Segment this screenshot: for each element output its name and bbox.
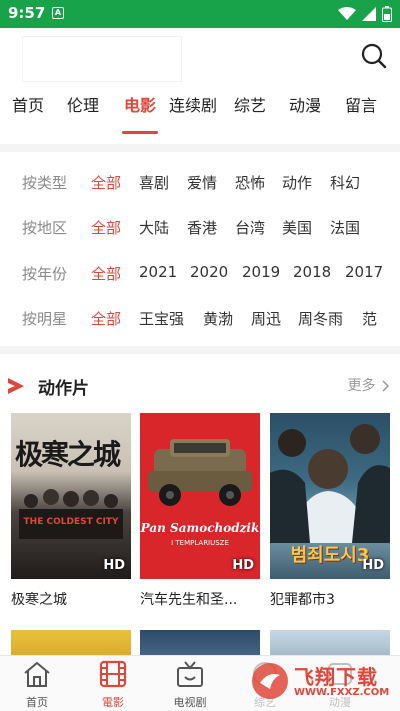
category-tabs: 首页 伦理 电影 连续剧 综艺 动漫 留言 (0, 90, 400, 138)
status-icons (338, 6, 392, 22)
filter-label: 按类型 (22, 174, 68, 192)
bottom-nav-home[interactable]: 首页 (2, 660, 72, 710)
filter-option[interactable]: 2018 (293, 263, 331, 281)
filter-label: 按地区 (22, 219, 68, 237)
bottom-nav-tv[interactable]: 电视剧 (155, 660, 225, 710)
watermark-text: 飞翔下载 (294, 665, 378, 689)
app-logo (22, 36, 182, 82)
tab-movies[interactable]: 电影 (122, 90, 158, 134)
filter-option[interactable]: 2017 (345, 263, 383, 281)
search-icon (361, 43, 387, 69)
filter-option[interactable]: 全部 (91, 263, 121, 284)
battery-icon (382, 6, 392, 22)
poster-title: Pan Samochodzik (140, 521, 260, 535)
poster-figures (270, 424, 390, 543)
play-triangle-icon (8, 378, 24, 394)
filter-option[interactable]: 王宝强 (139, 308, 184, 329)
bottom-nav-movies[interactable]: 電影 (78, 660, 148, 710)
filter-option[interactable]: 全部 (91, 308, 121, 329)
tab-series[interactable]: 连续剧 (169, 90, 217, 130)
hd-badge: HD (362, 558, 384, 573)
status-bar: 9:57 A (0, 0, 400, 28)
filter-option[interactable]: 美国 (282, 217, 312, 238)
filter-option[interactable]: 全部 (91, 217, 121, 238)
section-header: 动作片 更多 (0, 370, 400, 400)
filter-option[interactable]: 科幻 (330, 172, 360, 193)
tab-home[interactable]: 首页 (12, 90, 44, 130)
movie-card[interactable]: Pan Samochodzik I TEMPLARIUSZE HD 汽车先生和圣… (140, 413, 260, 609)
filter-option[interactable]: 恐怖 (235, 172, 265, 193)
filter-label: 按明星 (22, 310, 68, 328)
section-divider (0, 144, 400, 152)
filter-row-star: 按明星 全部 王宝强 黄渤 周迅 周冬雨 范 (0, 304, 400, 334)
filter-option[interactable]: 大陆 (139, 217, 169, 238)
filter-row-region: 按地区 全部 大陆 香港 台湾 美国 法国 (0, 213, 400, 243)
watermark-logo: 飞翔下载 WWW.FXXZ.COM (250, 655, 392, 707)
movie-title: 犯罪都市3 (270, 592, 335, 608)
filter-option[interactable]: 爱情 (187, 172, 217, 193)
tab-ethics[interactable]: 伦理 (67, 90, 99, 130)
bottom-nav-label: 电视剧 (173, 696, 207, 709)
notification-icon: A (52, 7, 64, 19)
wifi-icon (338, 7, 356, 20)
movie-poster: 범죄도시3 HD (270, 413, 390, 579)
filter-row-type: 按类型 全部 喜剧 爱情 恐怖 动作 科幻 (0, 168, 400, 198)
filter-option[interactable]: 2020 (190, 263, 228, 281)
tab-anime[interactable]: 动漫 (289, 90, 321, 130)
filter-row-year: 按年份 全部 2021 2020 2019 2018 2017 (0, 259, 400, 289)
chevron-right-icon (382, 380, 390, 392)
movie-card[interactable]: 极寒之城 THE COLDEST CITY HD 极寒之城 (11, 413, 131, 609)
section-divider (0, 346, 400, 354)
movie-poster: Pan Samochodzik I TEMPLARIUSZE HD (140, 413, 260, 579)
poster-car (148, 439, 252, 506)
hd-badge: HD (232, 558, 254, 573)
film-icon (99, 660, 127, 688)
poster-subtitle: THE COLDEST CITY (23, 517, 119, 527)
tab-variety[interactable]: 综艺 (234, 90, 266, 130)
tab-message[interactable]: 留言 (345, 90, 377, 130)
section-title: 动作片 (38, 379, 89, 399)
home-icon (24, 661, 50, 687)
filter-option[interactable]: 2019 (242, 263, 280, 281)
more-link[interactable]: 更多 (348, 375, 390, 395)
bottom-nav-label: 首页 (26, 696, 48, 709)
status-time: 9:57 (8, 4, 46, 22)
poster-figures (19, 489, 123, 539)
movie-card[interactable]: 범죄도시3 HD 犯罪都市3 (270, 413, 390, 609)
filter-option[interactable]: 范 (362, 308, 377, 329)
filter-label: 按年份 (22, 265, 68, 283)
filter-option[interactable]: 周迅 (251, 308, 281, 329)
app-header (0, 28, 400, 90)
movie-title: 极寒之城 (11, 592, 67, 608)
filter-option[interactable]: 黄渤 (203, 308, 233, 329)
watermark-bird-icon (252, 663, 288, 699)
search-button[interactable] (360, 42, 388, 70)
hd-badge: HD (103, 558, 125, 573)
tv-icon (177, 661, 203, 687)
movie-poster: 极寒之城 THE COLDEST CITY HD (11, 413, 131, 579)
more-label: 更多 (347, 378, 376, 394)
bottom-nav-label: 電影 (102, 696, 124, 709)
signal-icon (362, 7, 376, 21)
watermark-url: WWW.FXXZ.COM (294, 687, 390, 698)
filter-option[interactable]: 台湾 (235, 217, 265, 238)
filter-option[interactable]: 全部 (91, 172, 121, 193)
filter-option[interactable]: 法国 (330, 217, 360, 238)
poster-title: 极寒之城 (15, 438, 121, 471)
filter-option[interactable]: 周冬雨 (298, 308, 343, 329)
filter-option[interactable]: 喜剧 (139, 172, 169, 193)
filter-option[interactable]: 动作 (282, 172, 312, 193)
movie-title: 汽车先生和圣... (140, 592, 238, 608)
filter-option[interactable]: 香港 (187, 217, 217, 238)
filter-option[interactable]: 2021 (139, 263, 177, 281)
poster-subtitle: I TEMPLARIUSZE (171, 539, 229, 547)
